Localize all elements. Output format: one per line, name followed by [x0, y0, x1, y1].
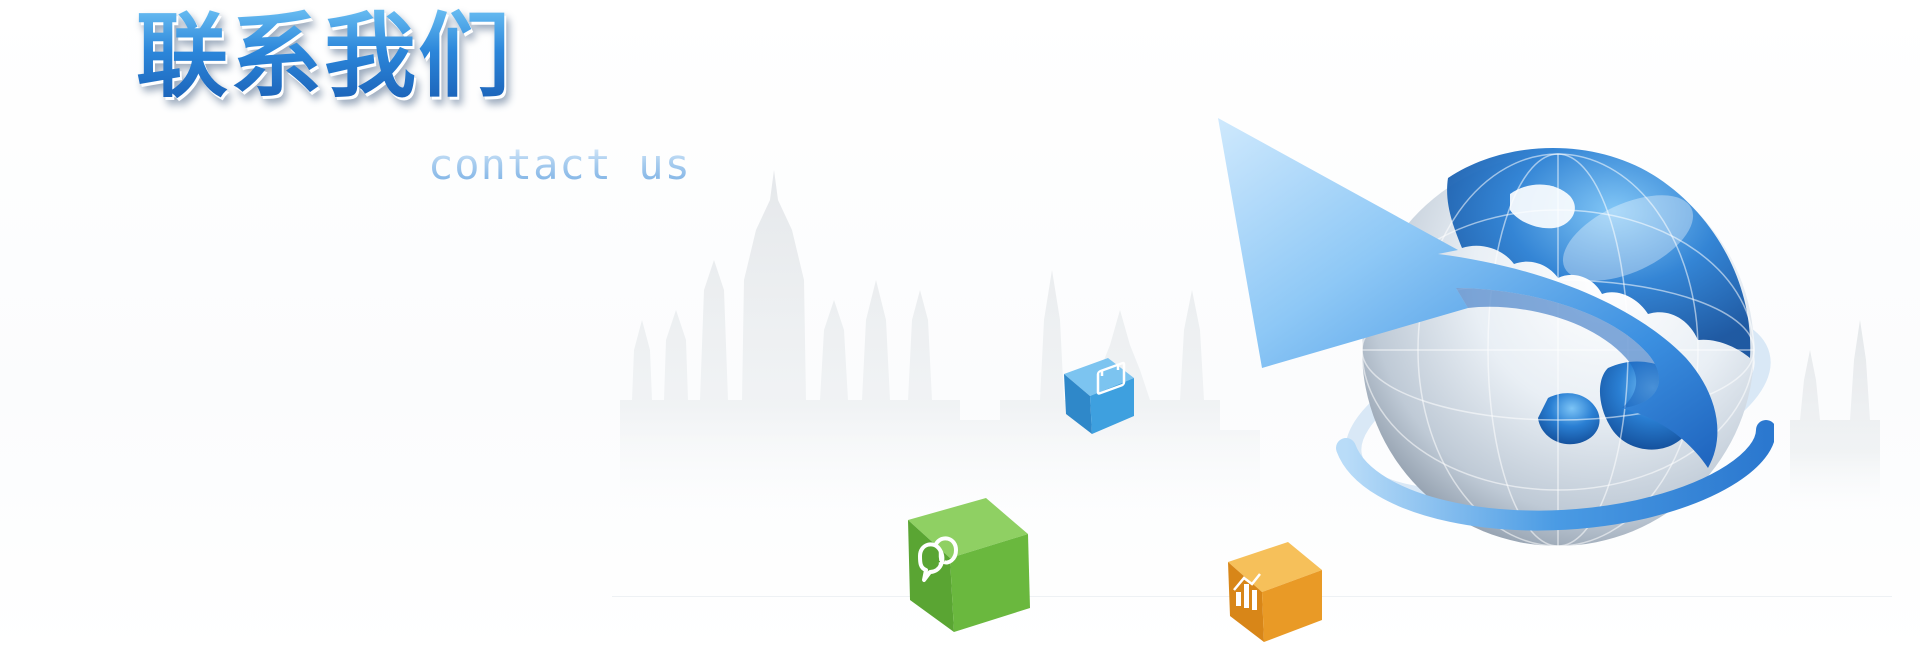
- svg-text:!: !: [936, 547, 945, 571]
- green-cube: !: [908, 498, 1030, 632]
- orange-cube: [1228, 542, 1322, 642]
- page-subtitle: contact us: [428, 140, 691, 189]
- page-title: 联系我们: [136, 3, 513, 110]
- globe-illustration: [1218, 118, 1774, 547]
- blue-cube: [1064, 358, 1134, 434]
- contact-banner: 联系我们 contact us !: [0, 0, 1920, 655]
